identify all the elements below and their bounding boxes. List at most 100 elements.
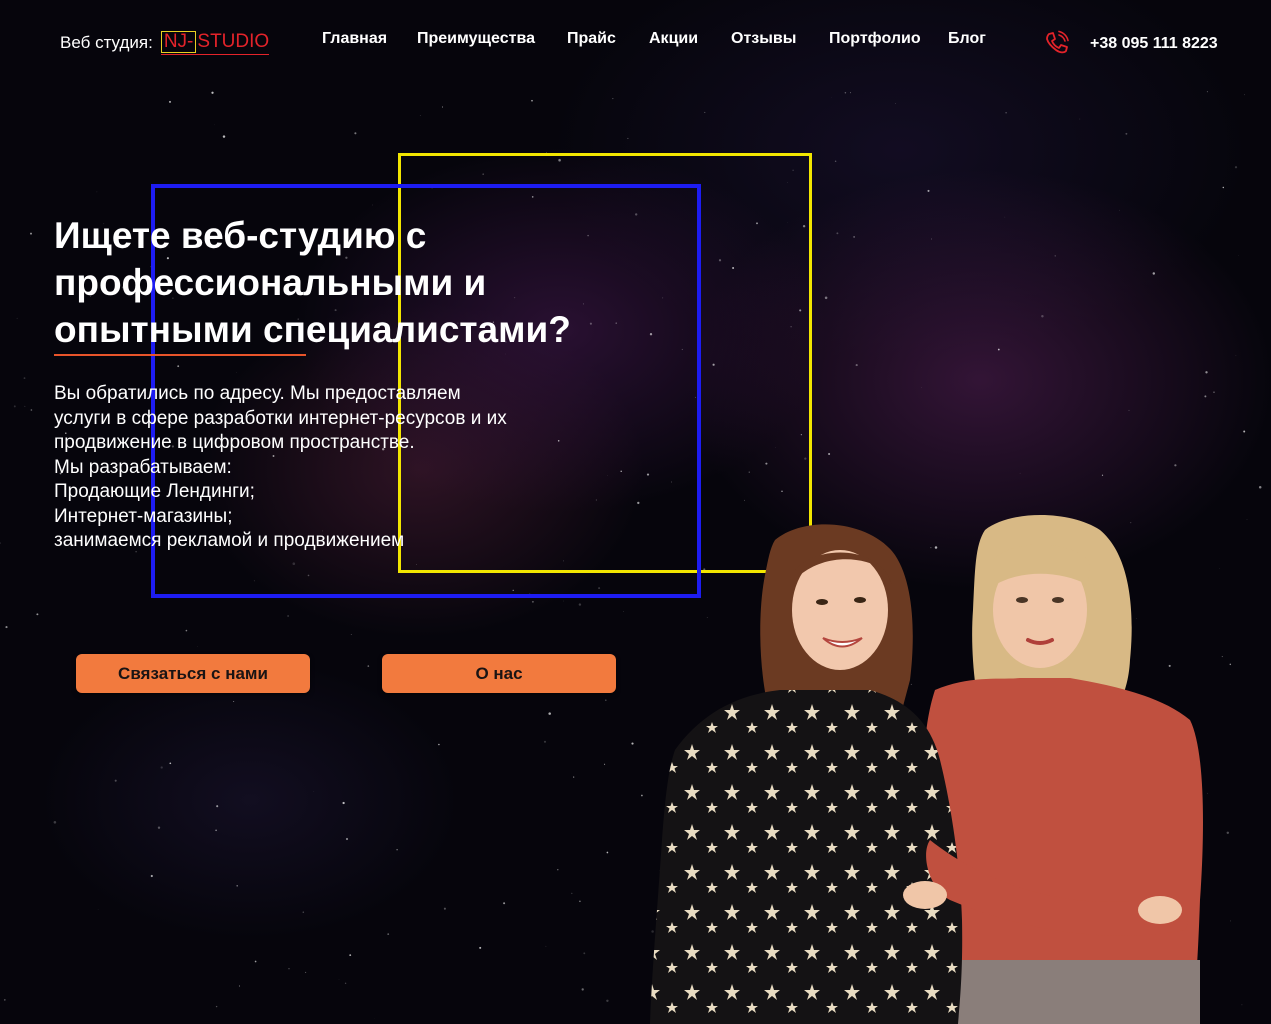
star-dot — [36, 613, 39, 616]
star-dot — [1174, 464, 1177, 467]
star-dot — [548, 712, 551, 715]
star-dot — [442, 106, 443, 108]
star-dot — [1213, 391, 1215, 393]
star-dot — [160, 766, 163, 769]
star-dot — [236, 885, 238, 887]
star-dot — [16, 317, 18, 319]
star-dot — [216, 805, 219, 808]
logo[interactable]: Веб студия: NJ- STUDIO — [60, 31, 270, 55]
star-dot — [97, 909, 99, 910]
star-dot — [238, 985, 240, 987]
star-dot — [573, 776, 575, 778]
logo-nj: NJ- — [160, 31, 197, 53]
star-dot — [834, 160, 837, 162]
star-dot — [853, 236, 855, 238]
star-dot — [931, 238, 932, 240]
star-dot — [367, 665, 370, 667]
star-dot — [23, 377, 26, 379]
star-dot — [396, 848, 398, 851]
star-dot — [443, 907, 446, 910]
star-dot — [895, 103, 896, 104]
star-dot — [305, 971, 307, 973]
star-dot — [605, 699, 607, 701]
star-dot — [1258, 485, 1262, 489]
contact-us-button[interactable]: Связаться с нами — [76, 654, 310, 693]
star-dot — [1222, 186, 1225, 189]
nav-item-blog[interactable]: Блог — [948, 30, 986, 48]
star-dot — [3, 999, 6, 1001]
star-dot — [387, 933, 390, 935]
star-dot — [30, 232, 32, 235]
site-header: Веб студия: NJ- STUDIO Главная Преимущес… — [0, 0, 1271, 86]
nav-item-advantages[interactable]: Преимущества — [417, 30, 535, 48]
star-dot — [438, 743, 440, 746]
team-photo — [650, 515, 1203, 1024]
star-dot — [1205, 371, 1208, 374]
nav-item-price[interactable]: Прайс — [567, 30, 616, 48]
nav-item-home[interactable]: Главная — [322, 30, 387, 48]
star-dot — [531, 600, 534, 603]
phone-number[interactable]: +38 095 111 8223 — [1090, 35, 1218, 53]
star-dot — [571, 892, 573, 895]
star-dot — [997, 348, 1000, 351]
star-dot — [927, 189, 930, 192]
star-dot — [215, 1005, 218, 1008]
star-dot — [1243, 94, 1245, 96]
star-dot — [1234, 166, 1238, 169]
star-dot — [211, 91, 214, 94]
star-dot — [350, 634, 352, 635]
star-dot — [345, 837, 349, 841]
star-dot — [342, 801, 345, 805]
star-dot — [1019, 472, 1021, 474]
star-dot — [168, 100, 172, 103]
star-dot — [1005, 112, 1007, 114]
star-dot — [24, 405, 26, 407]
star-dot — [13, 405, 16, 408]
star-dot — [1235, 355, 1237, 356]
star-dot — [354, 132, 357, 135]
star-dot — [855, 364, 858, 367]
logo-studio: STUDIO — [197, 31, 270, 52]
star-dot — [581, 988, 584, 991]
star-dot — [622, 611, 624, 612]
star-dot — [604, 763, 606, 765]
star-dot — [828, 452, 831, 456]
star-dot — [627, 137, 629, 139]
star-dot — [313, 791, 315, 793]
star-dot — [503, 902, 506, 905]
star-dot — [1125, 132, 1128, 135]
star-dot — [197, 645, 198, 647]
star-dot — [578, 603, 582, 606]
star-dot — [349, 954, 352, 956]
star-dot — [1204, 395, 1207, 398]
star-dot — [612, 98, 614, 100]
star-dot — [344, 982, 347, 984]
phone-icon[interactable] — [1044, 30, 1070, 56]
star-dot — [233, 701, 235, 702]
star-dot — [606, 999, 609, 1003]
nav-item-reviews[interactable]: Отзывы — [731, 30, 796, 48]
hero-title: Ищете веб-студию с профессиональными и о… — [54, 215, 571, 350]
star-dot — [1152, 272, 1156, 275]
nav-item-portfolio[interactable]: Портфолио — [829, 30, 921, 48]
star-dot — [606, 851, 609, 854]
star-dot — [30, 409, 33, 411]
about-us-button[interactable]: О нас — [382, 654, 616, 693]
star-dot — [0, 542, 1, 544]
star-dot — [531, 99, 533, 102]
star-dot — [631, 742, 634, 745]
star-dot — [302, 911, 305, 913]
star-dot — [1238, 254, 1240, 256]
nav-item-promotions[interactable]: Акции — [649, 30, 698, 48]
star-dot — [1243, 430, 1246, 433]
star-dot — [419, 115, 421, 116]
star-dot — [1119, 209, 1120, 211]
star-dot — [215, 829, 217, 832]
hero-description: Вы обратились по адресу. Мы предоставляе… — [54, 383, 507, 551]
star-dot — [1041, 315, 1044, 318]
star-dot — [704, 111, 706, 113]
star-dot — [1206, 91, 1208, 93]
star-dot — [850, 92, 851, 94]
star-dot — [5, 626, 8, 629]
star-dot — [254, 960, 257, 963]
